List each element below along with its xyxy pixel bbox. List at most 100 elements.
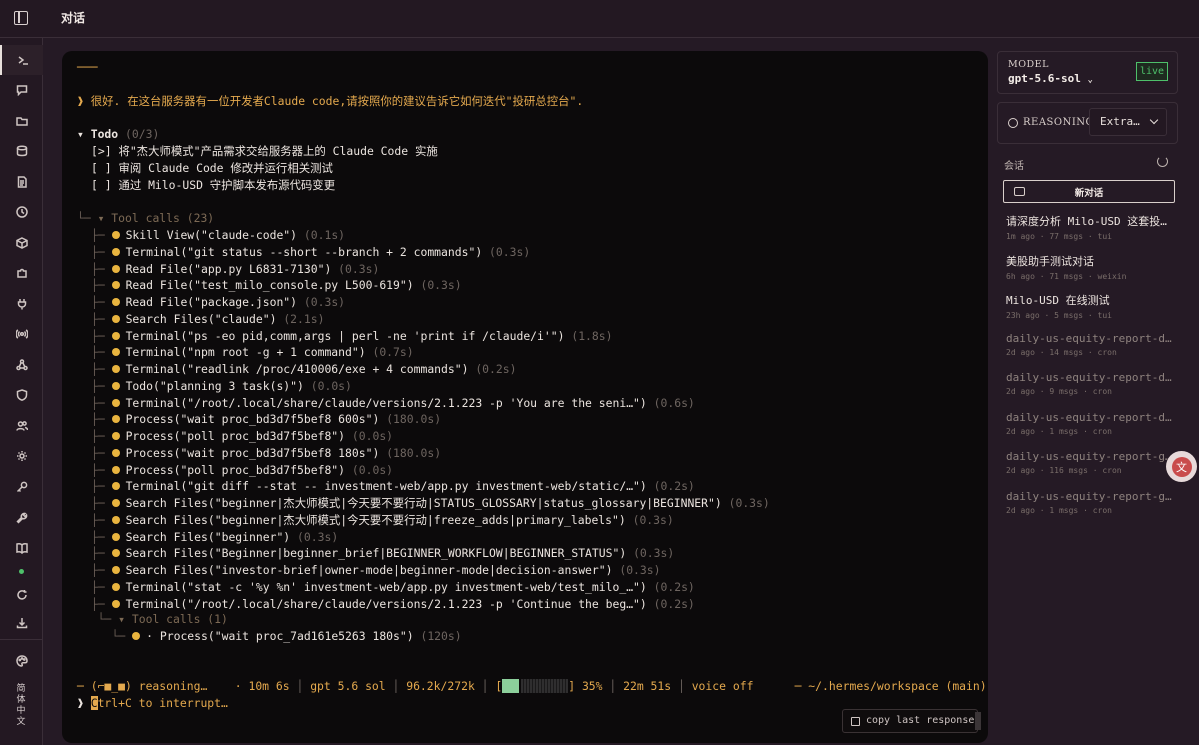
- chat-plus-icon: [1014, 187, 1025, 196]
- context-progress-bar: [502, 679, 569, 693]
- rail-key-button[interactable]: [0, 472, 43, 502]
- copy-last-response-button[interactable]: copy last response: [842, 709, 981, 733]
- tool-calls-header-2[interactable]: └─ ▾ Tool calls (1): [77, 611, 228, 628]
- tree-connector: ├─: [91, 261, 112, 276]
- status-bullet-icon: [111, 365, 120, 373]
- todo-text: 通过 Milo-USD 守护脚本发布源代码变更: [118, 177, 336, 192]
- rail-wrench-button[interactable]: [0, 503, 43, 533]
- tool-call-row[interactable]: ├─ Terminal("readlink /proc/410006/exe +…: [91, 361, 516, 378]
- session-meta: 23h ago · 5 msgs · tui: [1006, 311, 1112, 320]
- todo-title: Todo: [90, 127, 119, 141]
- rail-users-button[interactable]: [0, 411, 43, 441]
- status-cwd: ─ ~/.hermes/workspace (main): [794, 679, 987, 693]
- tree-connector: ├─: [91, 311, 112, 326]
- tool-call-row[interactable]: ├─ Terminal("git diff --stat -- investme…: [91, 478, 695, 495]
- session-title: Milo-USD 在线测试: [1006, 294, 1110, 307]
- rail-folder-button[interactable]: [0, 106, 43, 136]
- tool-call-row[interactable]: ├─ Search Files("Beginner|beginner_brief…: [91, 545, 674, 562]
- tool-call-row[interactable]: ├─ Read File("app.py L6831-7130") (0.3s): [91, 261, 379, 278]
- rail-terminal-button[interactable]: [0, 45, 43, 75]
- session-item[interactable]: daily-us-equity-report-d… 2d ago · 9 msgs…: [1006, 371, 1174, 396]
- refresh-icon[interactable]: [1157, 156, 1168, 167]
- tool-call-row[interactable]: ├─ Terminal("git status --short --branch…: [91, 244, 530, 261]
- tool-call-row[interactable]: ├─ Skill View("claude-code") (0.1s): [91, 227, 345, 244]
- tree-connector: ├─: [91, 496, 112, 510]
- session-title: daily-us-equity-report-d…: [1006, 410, 1172, 424]
- session-meta: 2d ago · 116 msgs · cron: [1006, 466, 1122, 475]
- tool-call-duration: (0.3s): [297, 529, 339, 544]
- session-title: 请深度分析 Milo-USD 这套投…: [1006, 215, 1167, 228]
- copy-icon: [851, 716, 860, 726]
- rail-book-button[interactable]: [0, 533, 43, 563]
- rail-document-button[interactable]: [0, 167, 43, 197]
- tool-call-row[interactable]: └─ · Process("wait proc_7ad161e5263 180s…: [91, 628, 462, 645]
- rail-palette-button[interactable]: [0, 646, 43, 676]
- tool-call-name: Search Files("Beginner|beginner_brief|BE…: [125, 546, 627, 561]
- session-item[interactable]: daily-us-equity-report-g… 2d ago · 116 ms…: [1006, 450, 1174, 475]
- tool-call-row[interactable]: ├─ Terminal("/root/.local/share/claude/v…: [91, 395, 695, 412]
- rail-refresh-button[interactable]: [0, 580, 43, 610]
- database-icon: [16, 145, 27, 157]
- session-item[interactable]: daily-us-equity-report-g… 2d ago · 1 msgs…: [1006, 490, 1174, 515]
- rail-broadcast-button[interactable]: [0, 319, 43, 349]
- tool-call-row[interactable]: ├─ Search Files("beginner") (0.3s): [91, 529, 338, 546]
- model-selector[interactable]: gpt-5.6-sol ⌄: [1008, 72, 1093, 85]
- tool-call-row[interactable]: ├─ Read File("test_milo_console.py L500-…: [91, 277, 462, 294]
- tool-call-row[interactable]: ├─ Search Files("claude") (2.1s): [91, 311, 324, 328]
- rail-chat-bubble-button[interactable]: [0, 75, 43, 105]
- tool-call-name: Read File("app.py L6831-7130"): [125, 261, 332, 276]
- session-item[interactable]: daily-us-equity-report-d… 2d ago · 14 msg…: [1006, 332, 1174, 357]
- scrollbar-thumb[interactable]: [975, 712, 981, 730]
- status-bullet-icon: [111, 432, 120, 440]
- tool-call-row[interactable]: ├─ Terminal("/root/.local/share/claude/v…: [91, 596, 695, 613]
- terminal-panel[interactable]: ─── ❱ 很好. 在这台服务器有一位开发者Claude code,请按照你的建…: [62, 51, 988, 743]
- reasoning-select[interactable]: Extra…: [1089, 108, 1167, 136]
- tool-call-row[interactable]: ├─ Search Files("beginner|杰大师模式|今天要不要行动|…: [91, 495, 770, 512]
- tool-call-row[interactable]: ├─ Process("poll proc_bd3d7f5bef8") (0.0…: [91, 428, 393, 445]
- rail-clock-button[interactable]: [0, 197, 43, 227]
- key-icon: [16, 481, 27, 493]
- translate-floating-button[interactable]: 文: [1166, 451, 1197, 482]
- tool-call-row[interactable]: ├─ Search Files("investor-brief|owner-mo…: [91, 562, 661, 579]
- session-item[interactable]: 请深度分析 Milo-USD 这套投… 1m ago · 77 msgs · tu…: [1006, 213, 1174, 241]
- language-switch[interactable]: 简体中文: [14, 684, 28, 728]
- tool-call-duration: (2.1s): [283, 311, 325, 326]
- status-bullet-icon: [111, 381, 120, 390]
- rail-puzzle-button[interactable]: [0, 258, 43, 288]
- session-item[interactable]: daily-us-equity-report-d… 2d ago · 1 msgs…: [1006, 411, 1174, 436]
- tool-call-name: Terminal("stat -c '%y %n' investment-web…: [125, 579, 647, 594]
- tree-connector: ├─: [91, 244, 112, 259]
- tool-call-row[interactable]: ├─ Todo("planning 3 task(s)") (0.0s): [91, 378, 352, 395]
- session-item[interactable]: 美股助手测试对话 6h ago · 71 msgs · weixin: [1006, 253, 1174, 281]
- tool-call-duration: (120s): [420, 629, 462, 643]
- sidebar-toggle-icon[interactable]: [14, 11, 28, 25]
- tool-call-duration: (0.6s): [653, 395, 695, 410]
- tool-call-name: Search Files("beginner"): [125, 529, 291, 544]
- rail-download-button[interactable]: [0, 608, 43, 638]
- tool-calls-header[interactable]: └─ ▾ Tool calls (23): [77, 210, 214, 227]
- tool-call-row[interactable]: ├─ Search Files("beginner|杰大师模式|今天要不要行动|…: [91, 512, 674, 529]
- download-icon: [16, 618, 27, 629]
- tool-call-row[interactable]: ├─ Terminal("npm root -g + 1 command") (…: [91, 344, 414, 361]
- tool-call-row[interactable]: ├─ Terminal("ps -eo pid,comm,args | perl…: [91, 328, 613, 345]
- rail-gear-button[interactable]: [0, 441, 43, 471]
- tool-call-row[interactable]: ├─ Process("wait proc_bd3d7f5bef8 600s")…: [91, 411, 441, 428]
- session-meta: 2d ago · 1 msgs · cron: [1006, 505, 1112, 515]
- new-chat-button[interactable]: 新对话: [1003, 180, 1175, 203]
- todo-header[interactable]: ▾ Todo (0/3): [77, 126, 159, 143]
- tool-call-row[interactable]: ├─ Terminal("stat -c '%y %n' investment-…: [91, 579, 695, 596]
- tool-call-row[interactable]: ├─ Process("poll proc_bd3d7f5bef8") (0.0…: [91, 462, 393, 479]
- status-dot: [19, 569, 24, 574]
- rail-database-button[interactable]: [0, 136, 43, 166]
- rail-share-nodes-button[interactable]: [0, 350, 43, 380]
- session-item[interactable]: Milo-USD 在线测试 23h ago · 5 msgs · tui: [1006, 292, 1174, 320]
- session-title: daily-us-equity-report-g…: [1006, 450, 1172, 463]
- tool-call-duration: (0.0s): [310, 378, 352, 393]
- rail-cube-button[interactable]: [0, 228, 43, 258]
- tree-connector: ├─: [91, 295, 112, 309]
- tool-call-row[interactable]: ├─ Process("wait proc_bd3d7f5bef8 180s")…: [91, 445, 441, 462]
- tool-call-row[interactable]: ├─ Read File("package.json") (0.3s): [91, 294, 345, 311]
- rail-shield-button[interactable]: [0, 380, 43, 410]
- rail-plug-button[interactable]: [0, 289, 43, 319]
- tool-call-name: Terminal("git diff --stat -- investment-…: [125, 479, 647, 494]
